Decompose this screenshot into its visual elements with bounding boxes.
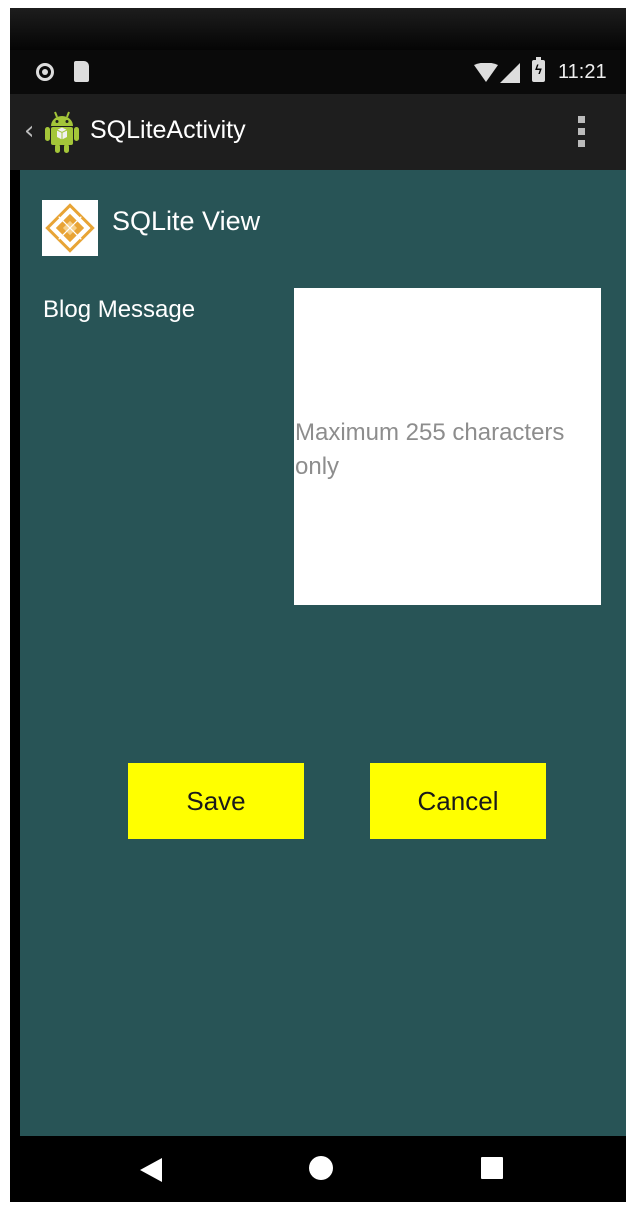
- action-bar-title: SQLiteActivity: [90, 116, 246, 144]
- device-top-bezel: [10, 8, 626, 50]
- battery-charging-icon: ϟ: [532, 57, 545, 82]
- overflow-menu-icon[interactable]: [576, 116, 588, 150]
- action-bar: ‹ SQLiteActivity: [10, 94, 626, 170]
- status-bar: ϟ 11:21: [10, 50, 626, 94]
- notification-dot-icon: [36, 63, 54, 81]
- recents-icon[interactable]: [481, 1157, 503, 1179]
- signal-icon: [500, 63, 520, 83]
- blog-message-input[interactable]: [294, 288, 601, 605]
- home-icon[interactable]: [309, 1156, 333, 1180]
- cancel-button[interactable]: Cancel: [370, 763, 546, 839]
- battery-bolt-glyph: ϟ: [535, 62, 542, 77]
- navigation-bar: [10, 1136, 626, 1202]
- up-navigation-chevron-icon[interactable]: ‹: [24, 116, 34, 146]
- page-title: SQLite View: [112, 206, 261, 236]
- sqlite-logo-icon: [42, 200, 98, 256]
- android-logo-icon[interactable]: [44, 110, 80, 154]
- back-icon[interactable]: [140, 1158, 162, 1182]
- main-content: SQLite View Blog Message Maximum 255 cha…: [20, 170, 626, 1136]
- blog-message-label: Blog Message: [43, 296, 196, 323]
- save-button[interactable]: Save: [128, 763, 304, 839]
- wifi-icon: [474, 63, 498, 82]
- sd-card-icon: [74, 61, 89, 82]
- status-time: 11:21: [558, 61, 607, 83]
- device-frame: ϟ 11:21 ‹ SQLiteActivity SQLite View Blo…: [10, 8, 626, 1202]
